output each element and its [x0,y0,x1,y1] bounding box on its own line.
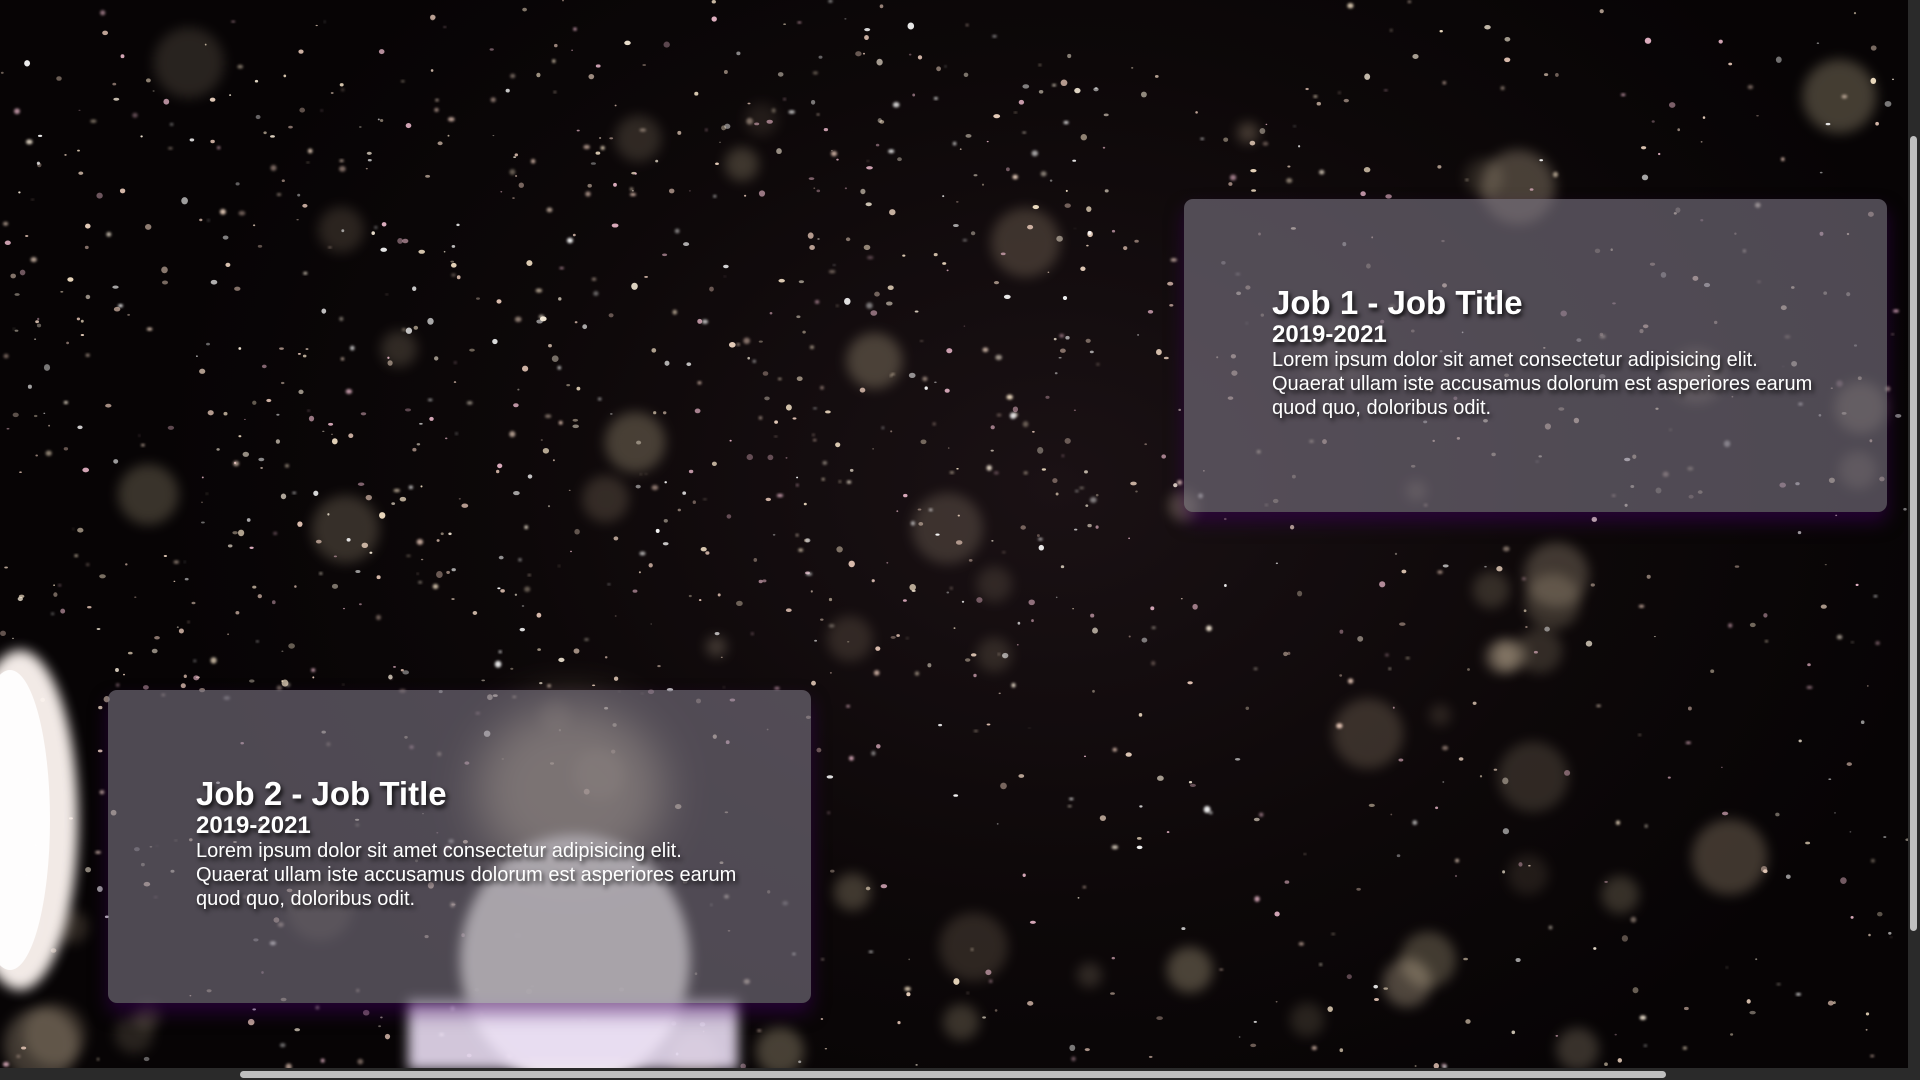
horizontal-scrollbar-thumb[interactable] [240,1071,1666,1078]
vertical-scrollbar[interactable] [1908,0,1920,1068]
page-background: Job 1 - Job Title 2019-2021 Lorem ipsum … [0,0,1920,1080]
scrollbar-corner [1908,1068,1920,1080]
job-years: 2019-2021 [196,812,311,839]
job-card-1: Job 1 - Job Title 2019-2021 Lorem ipsum … [1184,199,1887,512]
job-years: 2019-2021 [1272,321,1387,348]
vertical-scrollbar-thumb[interactable] [1910,136,1917,931]
job-title: Job 2 - Job Title [196,775,447,812]
job-title: Job 1 - Job Title [1272,284,1523,321]
job-card-2: Job 2 - Job Title 2019-2021 Lorem ipsum … [108,690,811,1003]
job-description: Lorem ipsum dolor sit amet consectetur a… [196,840,737,910]
horizontal-scrollbar[interactable] [0,1068,1908,1080]
job-description: Lorem ipsum dolor sit amet consectetur a… [1272,349,1813,419]
